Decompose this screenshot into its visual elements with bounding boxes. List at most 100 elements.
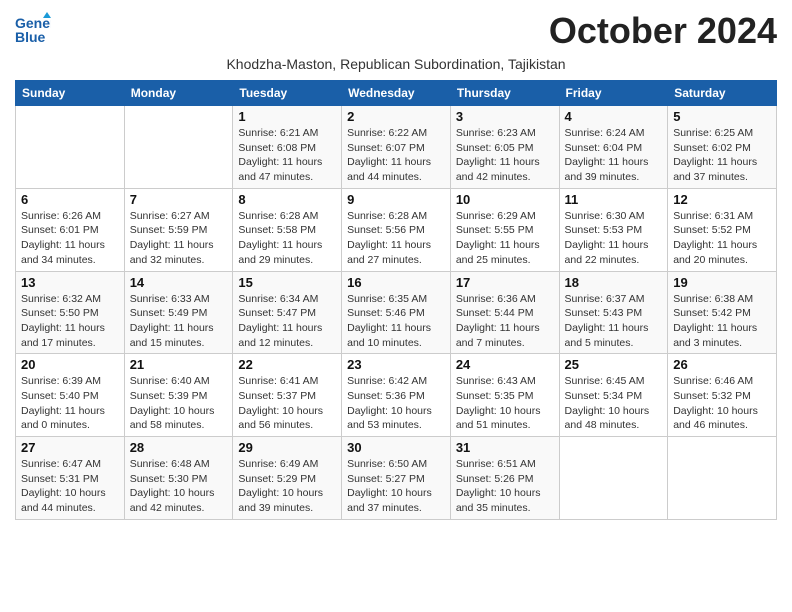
calendar-cell: 12 Sunrise: 6:31 AM Sunset: 5:52 PM Dayli… (668, 188, 777, 271)
calendar-cell: 30 Sunrise: 6:50 AM Sunset: 5:27 PM Dayli… (342, 437, 451, 520)
calendar-cell: 17 Sunrise: 6:36 AM Sunset: 5:44 PM Dayli… (450, 271, 559, 354)
day-number: 3 (456, 109, 554, 124)
calendar-cell (559, 437, 668, 520)
day-number: 21 (130, 357, 228, 372)
day-number: 28 (130, 440, 228, 455)
day-number: 12 (673, 192, 771, 207)
day-info: Sunrise: 6:28 AM Sunset: 5:56 PM Dayligh… (347, 209, 445, 268)
day-number: 13 (21, 275, 119, 290)
calendar-cell: 9 Sunrise: 6:28 AM Sunset: 5:56 PM Daylig… (342, 188, 451, 271)
calendar-cell: 25 Sunrise: 6:45 AM Sunset: 5:34 PM Dayli… (559, 354, 668, 437)
day-info: Sunrise: 6:46 AM Sunset: 5:32 PM Dayligh… (673, 374, 771, 433)
calendar-cell: 1 Sunrise: 6:21 AM Sunset: 6:08 PM Daylig… (233, 106, 342, 189)
calendar-cell: 28Sunrise: 6:48 AM Sunset: 5:30 PM Dayli… (124, 437, 233, 520)
day-info: Sunrise: 6:38 AM Sunset: 5:42 PM Dayligh… (673, 292, 771, 351)
day-number: 14 (130, 275, 228, 290)
logo: General Blue (15, 10, 53, 46)
day-number: 1 (238, 109, 336, 124)
day-number: 16 (347, 275, 445, 290)
day-info: Sunrise: 6:33 AM Sunset: 5:49 PM Dayligh… (130, 292, 228, 351)
calendar-cell: 21 Sunrise: 6:40 AM Sunset: 5:39 PM Dayli… (124, 354, 233, 437)
calendar-cell (668, 437, 777, 520)
day-info: Sunrise: 6:47 AM Sunset: 5:31 PM Dayligh… (21, 457, 119, 516)
day-info: Sunrise: 6:43 AM Sunset: 5:35 PM Dayligh… (456, 374, 554, 433)
day-number: 10 (456, 192, 554, 207)
day-info: Sunrise: 6:40 AM Sunset: 5:39 PM Dayligh… (130, 374, 228, 433)
calendar-cell: 27 Sunrise: 6:47 AM Sunset: 5:31 PM Dayli… (16, 437, 125, 520)
page-header: General Blue October 2024 (15, 10, 777, 52)
calendar-cell: 23Sunrise: 6:42 AM Sunset: 5:36 PM Dayli… (342, 354, 451, 437)
day-info: Sunrise: 6:30 AM Sunset: 5:53 PM Dayligh… (565, 209, 663, 268)
calendar-cell: 10 Sunrise: 6:29 AM Sunset: 5:55 PM Dayli… (450, 188, 559, 271)
calendar-cell: 16 Sunrise: 6:35 AM Sunset: 5:46 PM Dayli… (342, 271, 451, 354)
day-info: Sunrise: 6:41 AM Sunset: 5:37 PM Dayligh… (238, 374, 336, 433)
day-number: 20 (21, 357, 119, 372)
calendar-cell (16, 106, 125, 189)
calendar-cell (124, 106, 233, 189)
day-info: Sunrise: 6:24 AM Sunset: 6:04 PM Dayligh… (565, 126, 663, 185)
day-info: Sunrise: 6:45 AM Sunset: 5:34 PM Dayligh… (565, 374, 663, 433)
day-info: Sunrise: 6:37 AM Sunset: 5:43 PM Dayligh… (565, 292, 663, 351)
day-number: 27 (21, 440, 119, 455)
header-thursday: Thursday (450, 81, 559, 106)
calendar-cell: 3 Sunrise: 6:23 AM Sunset: 6:05 PM Daylig… (450, 106, 559, 189)
day-info: Sunrise: 6:35 AM Sunset: 5:46 PM Dayligh… (347, 292, 445, 351)
calendar-cell: 31 Sunrise: 6:51 AM Sunset: 5:26 PM Dayli… (450, 437, 559, 520)
calendar-cell: 29Sunrise: 6:49 AM Sunset: 5:29 PM Dayli… (233, 437, 342, 520)
calendar-cell: 15 Sunrise: 6:34 AM Sunset: 5:47 PM Dayli… (233, 271, 342, 354)
week-row-4: 20 Sunrise: 6:39 AM Sunset: 5:40 PM Dayli… (16, 354, 777, 437)
day-info: Sunrise: 6:23 AM Sunset: 6:05 PM Dayligh… (456, 126, 554, 185)
day-info: Sunrise: 6:31 AM Sunset: 5:52 PM Dayligh… (673, 209, 771, 268)
calendar-cell: 11 Sunrise: 6:30 AM Sunset: 5:53 PM Dayli… (559, 188, 668, 271)
day-number: 11 (565, 192, 663, 207)
day-number: 8 (238, 192, 336, 207)
calendar-cell: 20 Sunrise: 6:39 AM Sunset: 5:40 PM Dayli… (16, 354, 125, 437)
svg-text:Blue: Blue (15, 29, 46, 45)
calendar-cell: 18 Sunrise: 6:37 AM Sunset: 5:43 PM Dayli… (559, 271, 668, 354)
calendar-cell: 13 Sunrise: 6:32 AM Sunset: 5:50 PM Dayli… (16, 271, 125, 354)
day-number: 25 (565, 357, 663, 372)
calendar-body: 1 Sunrise: 6:21 AM Sunset: 6:08 PM Daylig… (16, 106, 777, 520)
header-wednesday: Wednesday (342, 81, 451, 106)
day-number: 30 (347, 440, 445, 455)
day-number: 6 (21, 192, 119, 207)
location-subtitle: Khodzha-Maston, Republican Subordination… (15, 56, 777, 72)
day-number: 31 (456, 440, 554, 455)
day-number: 17 (456, 275, 554, 290)
calendar-cell: 22Sunrise: 6:41 AM Sunset: 5:37 PM Dayli… (233, 354, 342, 437)
calendar-header: SundayMondayTuesdayWednesdayThursdayFrid… (16, 81, 777, 106)
day-number: 26 (673, 357, 771, 372)
day-info: Sunrise: 6:22 AM Sunset: 6:07 PM Dayligh… (347, 126, 445, 185)
day-info: Sunrise: 6:32 AM Sunset: 5:50 PM Dayligh… (21, 292, 119, 351)
day-number: 5 (673, 109, 771, 124)
day-number: 2 (347, 109, 445, 124)
day-number: 15 (238, 275, 336, 290)
day-info: Sunrise: 6:27 AM Sunset: 5:59 PM Dayligh… (130, 209, 228, 268)
day-info: Sunrise: 6:50 AM Sunset: 5:27 PM Dayligh… (347, 457, 445, 516)
calendar-cell: 7 Sunrise: 6:27 AM Sunset: 5:59 PM Daylig… (124, 188, 233, 271)
day-info: Sunrise: 6:25 AM Sunset: 6:02 PM Dayligh… (673, 126, 771, 185)
day-info: Sunrise: 6:42 AM Sunset: 5:36 PM Dayligh… (347, 374, 445, 433)
day-info: Sunrise: 6:28 AM Sunset: 5:58 PM Dayligh… (238, 209, 336, 268)
day-number: 29 (238, 440, 336, 455)
header-monday: Monday (124, 81, 233, 106)
day-info: Sunrise: 6:26 AM Sunset: 6:01 PM Dayligh… (21, 209, 119, 268)
day-info: Sunrise: 6:36 AM Sunset: 5:44 PM Dayligh… (456, 292, 554, 351)
calendar-cell: 19 Sunrise: 6:38 AM Sunset: 5:42 PM Dayli… (668, 271, 777, 354)
calendar-table: SundayMondayTuesdayWednesdayThursdayFrid… (15, 80, 777, 520)
calendar-cell: 2 Sunrise: 6:22 AM Sunset: 6:07 PM Daylig… (342, 106, 451, 189)
day-info: Sunrise: 6:39 AM Sunset: 5:40 PM Dayligh… (21, 374, 119, 433)
day-number: 19 (673, 275, 771, 290)
day-info: Sunrise: 6:21 AM Sunset: 6:08 PM Dayligh… (238, 126, 336, 185)
header-friday: Friday (559, 81, 668, 106)
week-row-5: 27 Sunrise: 6:47 AM Sunset: 5:31 PM Dayli… (16, 437, 777, 520)
day-number: 9 (347, 192, 445, 207)
day-number: 18 (565, 275, 663, 290)
day-info: Sunrise: 6:29 AM Sunset: 5:55 PM Dayligh… (456, 209, 554, 268)
week-row-2: 6 Sunrise: 6:26 AM Sunset: 6:01 PM Daylig… (16, 188, 777, 271)
day-number: 7 (130, 192, 228, 207)
calendar-cell: 6 Sunrise: 6:26 AM Sunset: 6:01 PM Daylig… (16, 188, 125, 271)
header-sunday: Sunday (16, 81, 125, 106)
day-info: Sunrise: 6:51 AM Sunset: 5:26 PM Dayligh… (456, 457, 554, 516)
day-info: Sunrise: 6:34 AM Sunset: 5:47 PM Dayligh… (238, 292, 336, 351)
